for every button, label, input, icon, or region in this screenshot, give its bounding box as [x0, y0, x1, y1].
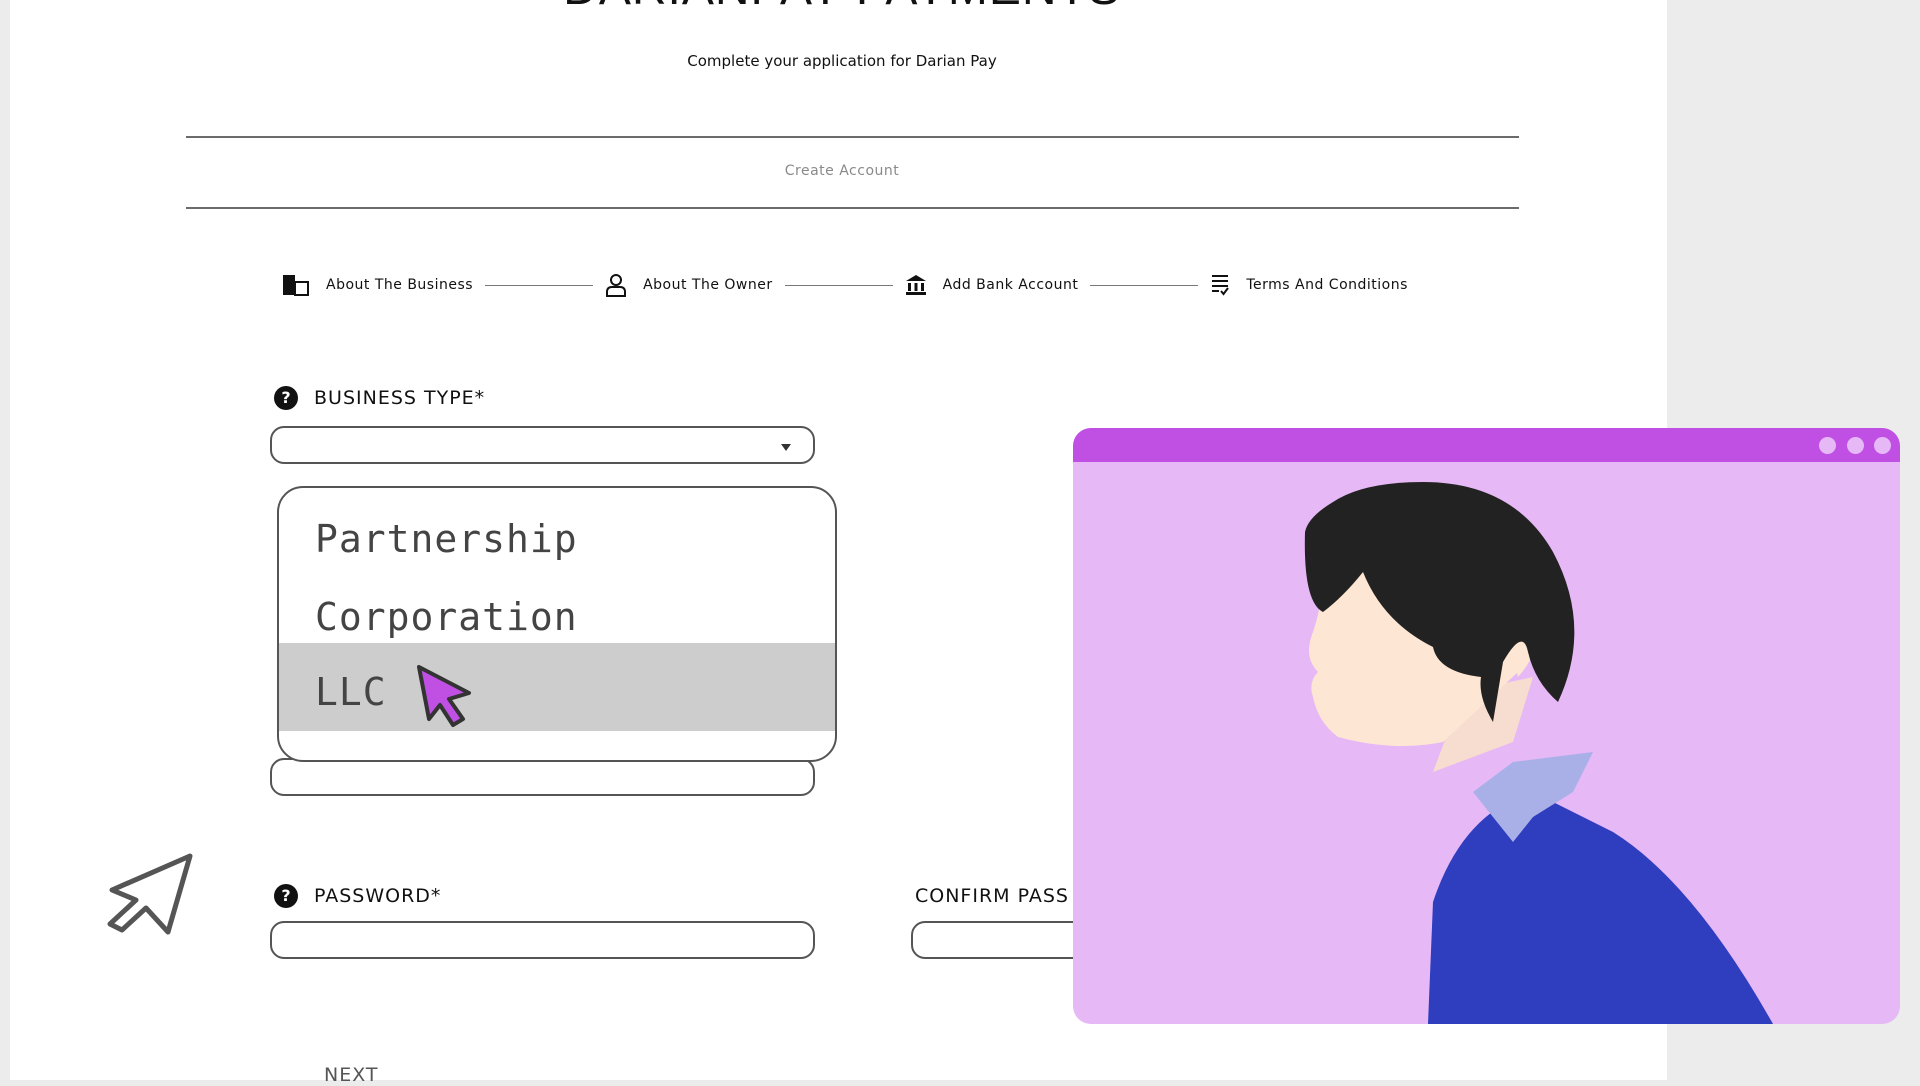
step-connector — [1090, 284, 1199, 286]
confirm-password-label: CONFIRM PASS — [915, 885, 1069, 907]
step-label: About The Business — [326, 277, 474, 293]
person-icon — [606, 274, 627, 297]
business-type-label: BUSINESS TYPE* — [314, 387, 486, 409]
window-control-dot[interactable] — [1847, 437, 1864, 454]
step-add-bank-account[interactable]: Add Bank Account — [905, 274, 1079, 296]
next-button[interactable]: NEXT — [324, 1064, 379, 1086]
step-label: About The Owner — [643, 277, 773, 293]
bank-icon — [905, 275, 926, 295]
divider-bottom — [186, 207, 1519, 209]
step-about-business[interactable]: About The Business — [282, 274, 473, 296]
help-icon[interactable]: ? — [274, 884, 298, 908]
hidden-form-field[interactable] — [270, 758, 815, 796]
chevron-down-icon — [781, 444, 791, 451]
option-llc[interactable]: LLC — [279, 643, 835, 731]
step-terms-conditions[interactable]: Terms And Conditions — [1210, 273, 1408, 297]
page-subtitle: Complete your application for Darian Pay — [687, 52, 997, 70]
window-control-dot[interactable] — [1874, 437, 1891, 454]
video-call-window — [1073, 428, 1900, 1024]
step-connector — [485, 284, 594, 286]
step-about-owner[interactable]: About The Owner — [605, 273, 773, 297]
step-label: Terms And Conditions — [1246, 277, 1408, 293]
person-avatar-illustration — [1304, 482, 1773, 1024]
terms-list-icon — [1212, 275, 1230, 296]
business-type-select[interactable] — [270, 426, 815, 464]
help-icon[interactable]: ? — [274, 386, 298, 410]
paper-plane-icon — [107, 853, 193, 935]
step-connector — [784, 284, 893, 286]
password-label: PASSWORD* — [314, 885, 442, 907]
option-partnership[interactable]: Partnership — [279, 500, 835, 578]
business-icon — [283, 275, 309, 296]
window-control-dot[interactable] — [1819, 437, 1836, 454]
step-label: Add Bank Account — [942, 277, 1079, 293]
business-type-dropdown: Partnership Corporation LLC — [277, 486, 837, 762]
window-titlebar[interactable] — [1073, 428, 1900, 462]
section-title-create-account: Create Account — [784, 163, 900, 179]
progress-stepper: About The Business About The Owner Add B… — [282, 270, 1408, 300]
password-input[interactable] — [270, 921, 815, 959]
cursor-arrow-icon — [417, 665, 471, 727]
page-title: DARIANPAY PAYMENTS — [10, 0, 1674, 18]
divider-top — [186, 136, 1519, 138]
